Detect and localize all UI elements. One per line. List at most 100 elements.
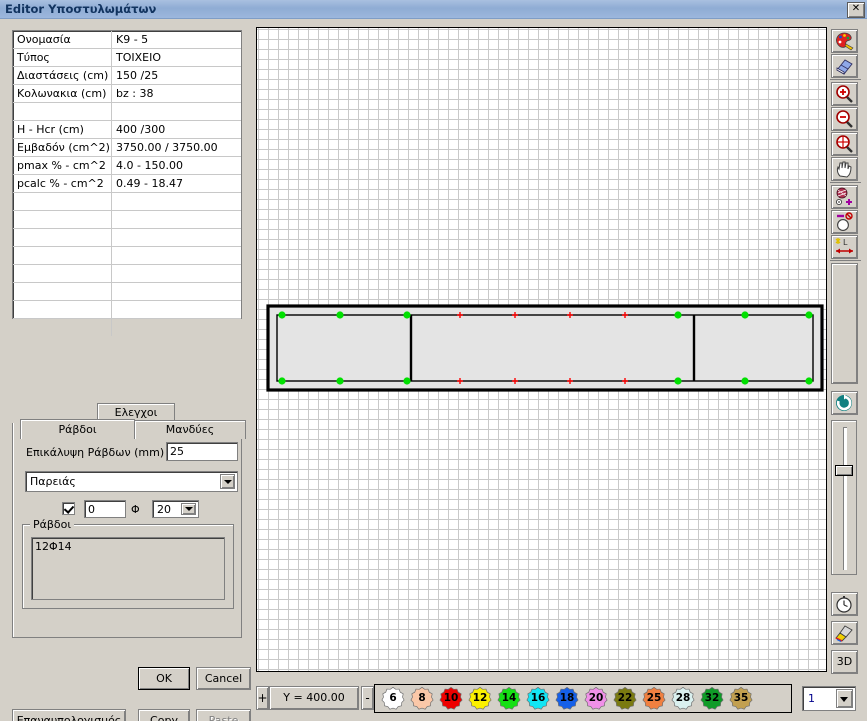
clock-icon[interactable] (831, 592, 858, 616)
zoom-slider[interactable] (831, 420, 857, 575)
table-row[interactable] (13, 246, 241, 265)
diameter-swatch-35[interactable]: 35 (727, 686, 755, 711)
side-select-value: Παρειάς (30, 475, 76, 488)
diameter-swatch-16[interactable]: 16 (524, 686, 552, 711)
close-icon[interactable]: ✕ (847, 2, 865, 18)
property-value: ΤΟΙΧΕΙΟ (111, 48, 241, 67)
table-row[interactable] (13, 192, 241, 211)
table-row[interactable] (13, 228, 241, 247)
property-key: Τύπος (13, 48, 112, 67)
bar-count-input[interactable]: 0 (84, 500, 126, 518)
recalculate-button[interactable]: Επαναυπολογισμός (12, 709, 126, 721)
property-value: K9 - 5 (111, 31, 241, 49)
table-row[interactable]: pcalc % - cm^2 0.49 - 18.47 (13, 174, 241, 193)
cancel-button[interactable]: Cancel (196, 667, 251, 690)
table-row[interactable]: Ονομασία K9 - 5 (13, 31, 241, 49)
property-key: Εμβαδόν (cm^2) (13, 138, 112, 157)
property-value: 0.49 - 18.47 (111, 174, 241, 193)
side-select[interactable]: Παρειάς (25, 471, 238, 492)
chevron-down-icon[interactable] (836, 689, 853, 708)
property-value (111, 228, 241, 247)
bars-group: Ράβδοι 12Φ14 (22, 518, 234, 609)
table-row[interactable] (13, 102, 241, 121)
diameter-label: 10 (443, 692, 459, 704)
bars-enable-checkbox[interactable] (62, 502, 75, 515)
tab-strip-lower: Μανδύες Ράβδοι (12, 419, 246, 439)
table-row[interactable] (13, 300, 241, 319)
cover-label: Επικάλυψη Ράβδων (mm) (26, 446, 165, 459)
delete-rebar-icon[interactable] (831, 210, 858, 234)
table-row[interactable] (13, 282, 241, 301)
dimension-icon[interactable]: L (831, 235, 858, 259)
diameter-swatch-22[interactable]: 22 (611, 686, 639, 711)
diameter-swatch-32[interactable]: 32 (698, 686, 726, 711)
left-panel: Ονομασία K9 - 5 Τύπος ΤΟΙΧΕΙΟ Διαστάσεις (cm… (0, 19, 256, 721)
table-row[interactable]: Τύπος ΤΟΙΧΕΙΟ (13, 48, 241, 67)
eraser-icon[interactable] (831, 54, 858, 78)
phi-select[interactable]: 20 (152, 500, 199, 518)
table-row[interactable]: Διαστάσεις (cm) 150 /25 (13, 66, 241, 85)
layer-select[interactable]: 1 (802, 686, 856, 711)
phi-select-value: 20 (157, 503, 171, 516)
slider-thumb[interactable] (835, 465, 853, 476)
zoom-in-icon[interactable] (831, 82, 858, 106)
diameter-label: 6 (389, 692, 397, 704)
diameter-label: 32 (704, 692, 720, 704)
zoom-out-icon[interactable] (831, 107, 858, 131)
diameter-label: 16 (530, 692, 546, 704)
table-row[interactable]: H - Hcr (cm) 400 /300 (13, 120, 241, 139)
table-row[interactable] (13, 264, 241, 283)
cover-input[interactable]: 25 (166, 442, 238, 461)
diameter-swatch-8[interactable]: 8 (408, 686, 436, 711)
diameter-swatch-25[interactable]: 25 (640, 686, 668, 711)
diameter-swatch-12[interactable]: 12 (466, 686, 494, 711)
ok-button[interactable]: OK (138, 667, 190, 690)
paint-palette-icon[interactable] (831, 29, 858, 53)
brush-icon[interactable] (831, 621, 858, 645)
increment-button[interactable]: + (256, 686, 269, 710)
add-rebar-icon[interactable] (831, 185, 858, 209)
decrement-button[interactable]: - (361, 686, 374, 710)
chevron-down-icon[interactable] (181, 503, 196, 515)
table-row[interactable]: Κολωνακια (cm) bz : 38 (13, 84, 241, 103)
window-title: Editor Υποστυλωμάτων (5, 2, 157, 16)
table-row[interactable] (13, 210, 241, 229)
table-row[interactable]: Εμβαδόν (cm^2) 3750.00 / 3750.00 (13, 138, 241, 157)
properties-table: Ονομασία K9 - 5 Τύπος ΤΟΙΧΕΙΟ Διαστάσεις (cm… (12, 30, 242, 336)
diameter-swatch-10[interactable]: 10 (437, 686, 465, 711)
diameter-label: 25 (646, 692, 662, 704)
property-value (111, 102, 241, 121)
diameter-swatch-18[interactable]: 18 (553, 686, 581, 711)
property-value: 4.0 - 150.00 (111, 156, 241, 175)
property-value (111, 246, 241, 265)
property-value (111, 264, 241, 283)
property-value (111, 192, 241, 211)
bars-listbox[interactable]: 12Φ14 (31, 537, 225, 600)
diameter-swatch-28[interactable]: 28 (669, 686, 697, 711)
diameter-swatch-14[interactable]: 14 (495, 686, 523, 711)
property-key (13, 246, 112, 265)
diameter-swatch-6[interactable]: 6 (379, 686, 407, 711)
bars-group-title: Ράβδοι (30, 518, 75, 531)
pan-hand-icon[interactable] (831, 157, 858, 181)
table-row[interactable]: pmax % - cm^2 4.0 - 150.00 (13, 156, 241, 175)
property-value: bz : 38 (111, 84, 241, 103)
property-value (112, 319, 242, 337)
svg-text:L: L (843, 238, 848, 247)
y-coordinate-display: Y = 400.00 (269, 686, 359, 710)
diameter-swatch-20[interactable]: 20 (582, 686, 610, 711)
paste-button: Paste (196, 709, 251, 721)
tab-jackets[interactable]: Μανδύες (134, 420, 246, 439)
3d-view-label: 3D (836, 655, 853, 668)
3d-view-icon[interactable]: 3D (831, 650, 858, 674)
chevron-down-icon[interactable] (220, 474, 235, 489)
slider-track (843, 427, 847, 570)
list-item[interactable]: 12Φ14 (35, 540, 224, 553)
table-row[interactable] (13, 318, 242, 337)
diameter-label: 12 (472, 692, 488, 704)
section-canvas[interactable] (256, 27, 827, 672)
tab-bars[interactable]: Ράβδοι (20, 419, 135, 439)
zoom-extents-icon[interactable] (831, 132, 858, 156)
refresh-icon[interactable] (831, 391, 858, 415)
copy-button[interactable]: Copy (138, 709, 190, 721)
